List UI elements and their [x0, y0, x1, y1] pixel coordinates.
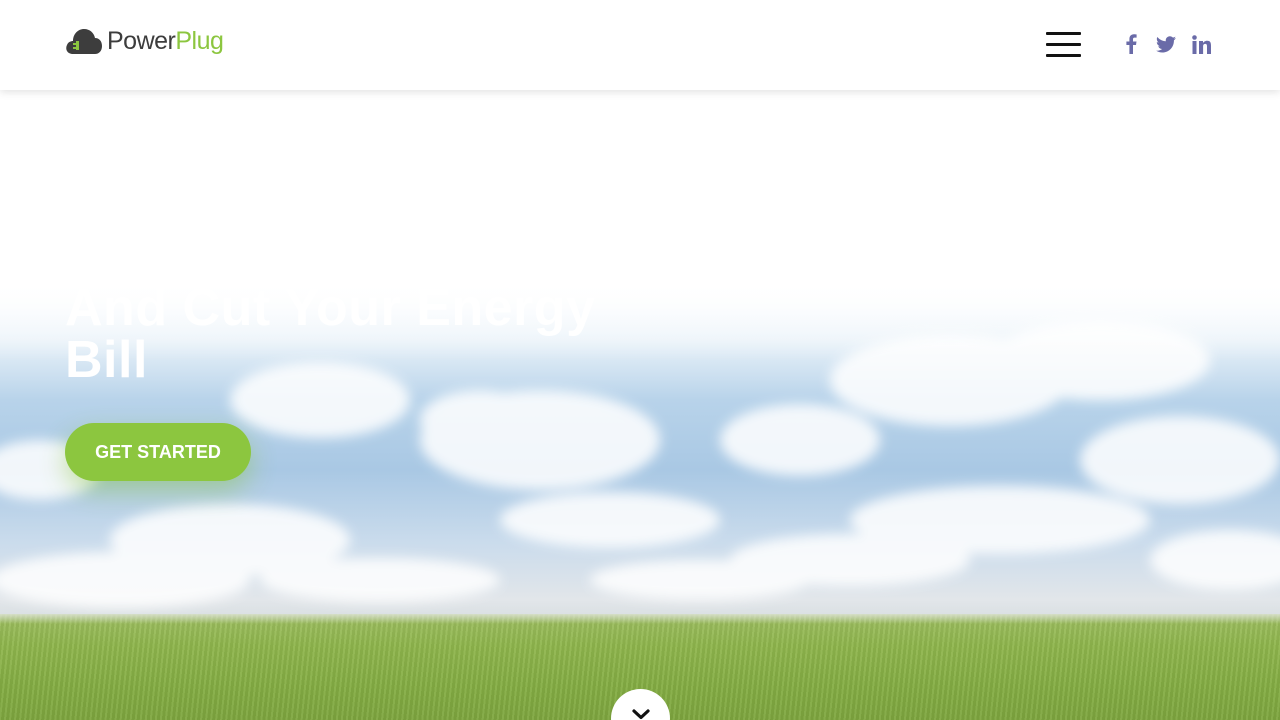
site-header: PowerPlug	[0, 0, 1280, 90]
facebook-icon[interactable]	[1124, 33, 1138, 55]
cloud-plug-icon	[66, 29, 102, 54]
twitter-icon[interactable]	[1156, 33, 1176, 55]
get-started-button[interactable]: GET STARTED	[65, 423, 251, 481]
hamburger-menu-icon[interactable]	[1046, 32, 1081, 57]
linkedin-icon[interactable]	[1191, 33, 1211, 55]
hero-headline-line-1: And Cut Your Energy	[65, 279, 596, 337]
logo-text-plug: Plug	[175, 27, 224, 55]
hero-headline-line-2: Bill	[65, 331, 148, 389]
chevron-down-icon	[631, 709, 650, 720]
logo-text-power: Power	[107, 27, 176, 55]
hero-headline: And Cut Your Energy Bill	[65, 282, 665, 386]
logo-text: PowerPlug	[107, 25, 224, 57]
logo[interactable]: PowerPlug	[65, 25, 224, 57]
